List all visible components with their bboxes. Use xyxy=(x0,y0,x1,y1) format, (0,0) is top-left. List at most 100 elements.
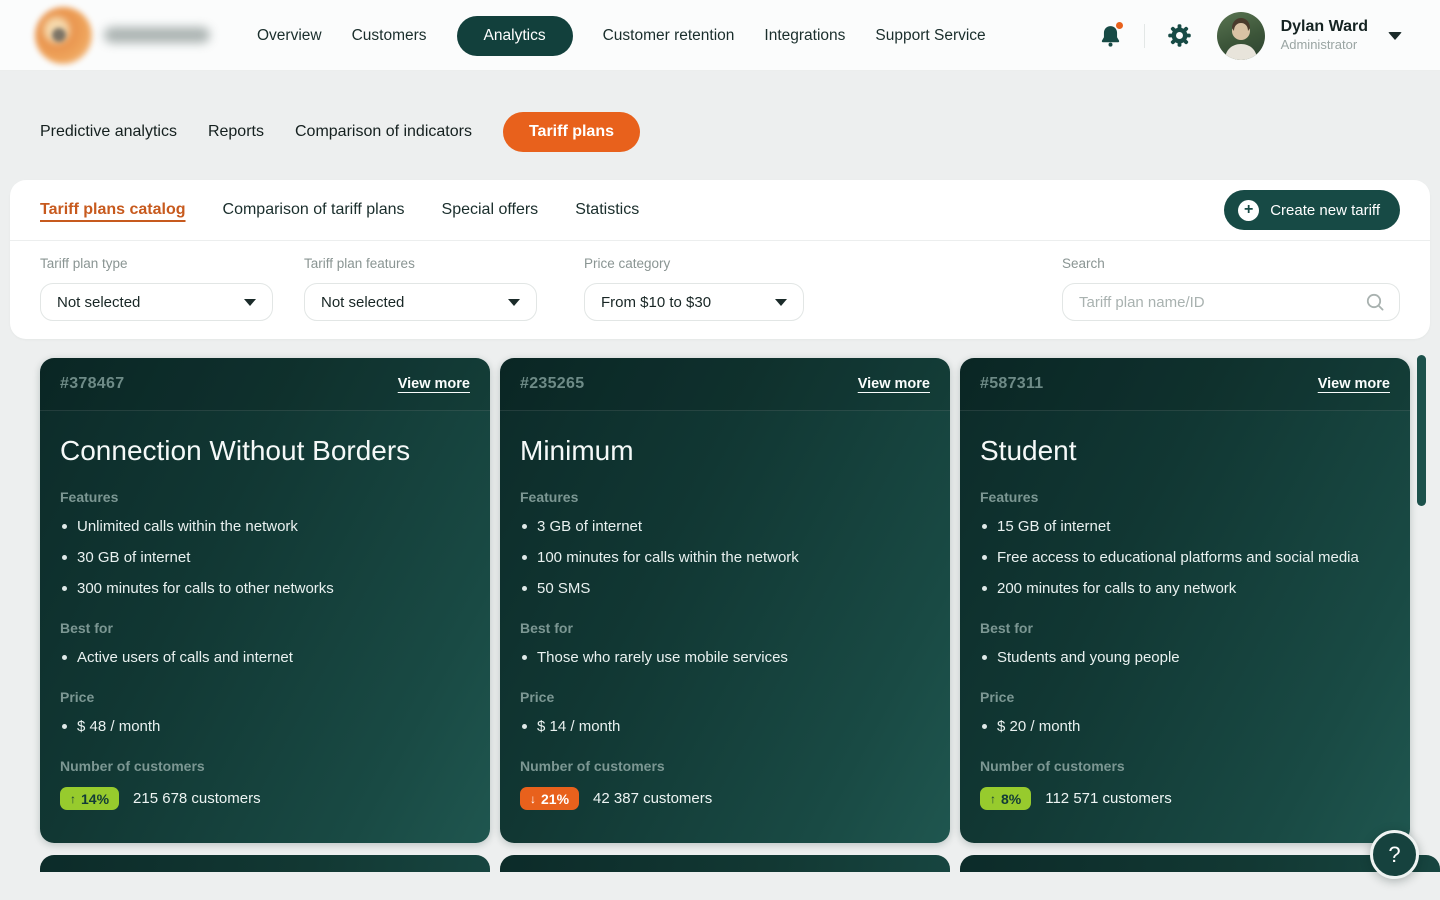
features-label: Features xyxy=(980,489,1390,505)
tariff-card-minimum[interactable]: #235265 View more Minimum Features 3 GB … xyxy=(500,358,950,843)
select-value: From $10 to $30 xyxy=(601,294,711,311)
feature-item: 15 GB of internet xyxy=(980,517,1390,536)
plus-icon: + xyxy=(1238,200,1259,221)
feature-item: 100 minutes for calls within the network xyxy=(520,548,930,567)
best-for-item: Those who rarely use mobile services xyxy=(520,648,930,667)
nav-item-analytics[interactable]: Analytics xyxy=(457,16,573,56)
trend-value: 8% xyxy=(1001,791,1021,807)
customers-label: Number of customers xyxy=(520,758,930,774)
customers-count: 42 387 customers xyxy=(593,790,712,807)
caret-down-icon xyxy=(508,299,520,306)
best-for-item: Active users of calls and internet xyxy=(60,648,470,667)
nav-item-customers[interactable]: Customers xyxy=(352,27,427,45)
filter-label: Tariff plan features xyxy=(304,256,537,271)
feature-item: 30 GB of internet xyxy=(60,548,470,567)
tariff-card-partial[interactable] xyxy=(40,855,490,872)
search-input[interactable] xyxy=(1079,294,1365,311)
tariff-title: Connection Without Borders xyxy=(60,435,470,467)
user-info[interactable]: Dylan Ward Administrator xyxy=(1281,17,1368,53)
view-more-link[interactable]: View more xyxy=(398,376,470,392)
feature-item: 3 GB of internet xyxy=(520,517,930,536)
nav-item-customer-retention[interactable]: Customer retention xyxy=(603,27,735,45)
analytics-subnav: Predictive analytics Reports Comparison … xyxy=(40,110,640,153)
price-list: $ 14 / month xyxy=(500,717,950,736)
main-navigation: Overview Customers Analytics Customer re… xyxy=(257,0,986,71)
subnav-item-tariff-plans[interactable]: Tariff plans xyxy=(503,112,640,152)
best-for-list: Active users of calls and internet xyxy=(40,648,490,667)
nav-item-integrations[interactable]: Integrations xyxy=(764,27,845,45)
filter-price-category: Price category From $10 to $30 xyxy=(584,256,804,321)
best-for-item: Students and young people xyxy=(980,648,1390,667)
user-role: Administrator xyxy=(1281,37,1368,53)
customers-row: ↓ 21% 42 387 customers xyxy=(520,787,930,810)
tariff-card-student[interactable]: #587311 View more Student Features 15 GB… xyxy=(960,358,1410,843)
tariff-plan-features-select[interactable]: Not selected xyxy=(304,283,537,321)
card-header: #235265 View more xyxy=(500,358,950,411)
tab-tariff-plans-catalog[interactable]: Tariff plans catalog xyxy=(40,201,186,219)
best-for-label: Best for xyxy=(520,620,930,636)
filter-tariff-plan-type: Tariff plan type Not selected xyxy=(40,256,273,321)
search-group: Search xyxy=(1062,256,1400,321)
company-logo[interactable] xyxy=(35,7,92,64)
nav-item-overview[interactable]: Overview xyxy=(257,27,322,45)
customers-label: Number of customers xyxy=(60,758,470,774)
search-icon[interactable] xyxy=(1365,292,1385,312)
view-more-link[interactable]: View more xyxy=(858,376,930,392)
best-for-label: Best for xyxy=(60,620,470,636)
tariff-title: Student xyxy=(980,435,1390,467)
filter-tariff-plan-features: Tariff plan features Not selected xyxy=(304,256,537,321)
trend-value: 14% xyxy=(81,791,109,807)
select-value: Not selected xyxy=(321,294,404,311)
notifications-button[interactable] xyxy=(1098,23,1123,49)
tariff-title: Minimum xyxy=(520,435,930,467)
create-new-tariff-label: Create new tariff xyxy=(1270,202,1380,219)
tariff-cards-row: #378467 View more Connection Without Bor… xyxy=(40,358,1410,843)
price-category-select[interactable]: From $10 to $30 xyxy=(584,283,804,321)
logo-wordmark-blurred xyxy=(104,27,210,43)
search-label: Search xyxy=(1062,256,1400,271)
tariff-tabs-row: Tariff plans catalog Comparison of tarif… xyxy=(10,180,1430,241)
create-new-tariff-button[interactable]: + Create new tariff xyxy=(1224,190,1400,230)
user-avatar[interactable] xyxy=(1217,12,1265,60)
tariff-id: #378467 xyxy=(60,375,124,393)
subnav-item-predictive-analytics[interactable]: Predictive analytics xyxy=(40,123,177,141)
chevron-down-icon[interactable] xyxy=(1388,32,1402,40)
feature-item: Unlimited calls within the network xyxy=(60,517,470,536)
price-item: $ 48 / month xyxy=(60,717,470,736)
tab-comparison-of-tariff-plans[interactable]: Comparison of tariff plans xyxy=(223,201,405,219)
tab-statistics[interactable]: Statistics xyxy=(575,201,639,219)
tariff-card-partial[interactable] xyxy=(960,855,1440,872)
customers-count: 112 571 customers xyxy=(1045,790,1171,807)
trend-value: 21% xyxy=(541,791,569,807)
tariff-card-partial[interactable] xyxy=(500,855,950,872)
subnav-item-comparison-of-indicators[interactable]: Comparison of indicators xyxy=(295,123,472,141)
tariff-card-connection-without-borders[interactable]: #378467 View more Connection Without Bor… xyxy=(40,358,490,843)
user-name: Dylan Ward xyxy=(1281,17,1368,37)
help-label: ? xyxy=(1388,842,1400,868)
tariff-panel: Tariff plans catalog Comparison of tarif… xyxy=(10,180,1430,339)
tariff-plan-type-select[interactable]: Not selected xyxy=(40,283,273,321)
select-value: Not selected xyxy=(57,294,140,311)
price-label: Price xyxy=(60,689,470,705)
help-button[interactable]: ? xyxy=(1370,830,1419,879)
filters-row: Tariff plan type Not selected Tariff pla… xyxy=(10,241,1430,338)
price-item: $ 14 / month xyxy=(520,717,930,736)
view-more-link[interactable]: View more xyxy=(1318,376,1390,392)
caret-down-icon xyxy=(244,299,256,306)
nav-item-support-service[interactable]: Support Service xyxy=(875,27,985,45)
price-label: Price xyxy=(980,689,1390,705)
feature-item: 200 minutes for calls to any network xyxy=(980,579,1390,598)
vertical-scrollbar-thumb[interactable] xyxy=(1417,355,1426,506)
analytics-dashboard: Overview Customers Analytics Customer re… xyxy=(0,0,1440,900)
features-label: Features xyxy=(60,489,470,505)
search-box xyxy=(1062,283,1400,321)
logo-core-shape xyxy=(52,28,66,42)
trend-up-arrow-icon: ↑ xyxy=(70,792,76,806)
settings-button[interactable] xyxy=(1166,22,1193,49)
tab-special-offers[interactable]: Special offers xyxy=(442,201,539,219)
feature-item: 300 minutes for calls to other networks xyxy=(60,579,470,598)
navbar-right-cluster: Dylan Ward Administrator xyxy=(1098,0,1402,71)
trend-down-arrow-icon: ↓ xyxy=(530,792,536,806)
customers-label: Number of customers xyxy=(980,758,1390,774)
subnav-item-reports[interactable]: Reports xyxy=(208,123,264,141)
